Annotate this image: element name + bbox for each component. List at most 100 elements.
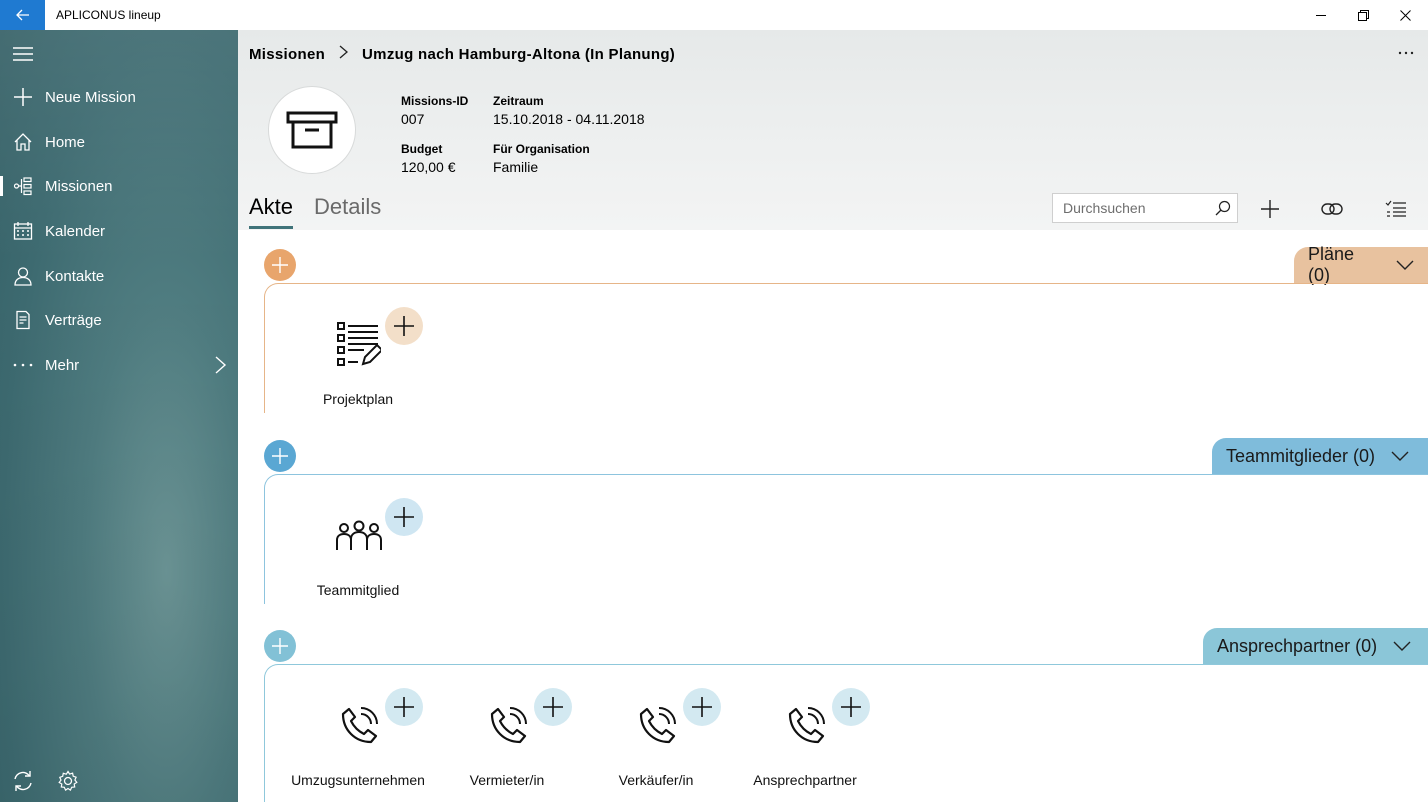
plus-icon <box>272 448 288 464</box>
section-contacts: Ansprechpartner (0) Umzugsunternehmen Ve… <box>264 628 1428 802</box>
tile-verkaeufer-add-button[interactable] <box>683 688 721 726</box>
section-plans-header[interactable]: Pläne (0) <box>1294 244 1428 285</box>
sidebar-item-home[interactable]: Home <box>0 120 238 164</box>
section-team-members-title: Teammitglieder (0) <box>1226 445 1376 466</box>
tab-details[interactable]: Details <box>314 194 381 229</box>
contacts-icon <box>13 267 32 286</box>
chevron-right-icon <box>215 356 227 374</box>
gear-icon <box>58 770 78 791</box>
chevron-down-icon <box>1396 260 1414 270</box>
hamburger-icon <box>13 47 33 61</box>
sidebar-item-label: Missionen <box>45 177 113 195</box>
contracts-icon <box>15 310 30 330</box>
tile-label: Verkäufer/in <box>618 772 694 788</box>
hamburger-menu-button[interactable] <box>12 46 34 67</box>
section-plans: Pläne (0) Projektplan <box>264 244 1428 415</box>
breadcrumb-current: Umzug nach Hamburg-Altona (In Planung) <box>362 45 676 63</box>
plus-icon <box>692 697 712 717</box>
close-icon <box>1399 9 1411 21</box>
tile-projektplan[interactable]: Projektplan <box>288 305 438 425</box>
settings-button[interactable] <box>57 770 79 797</box>
tile-teammitglied[interactable]: Teammitglied <box>288 496 438 616</box>
tile-teammitglied-add-button[interactable] <box>385 498 423 536</box>
sidebar-item-calendar[interactable]: Kalender <box>0 209 238 253</box>
mission-budget-label: Budget <box>401 142 443 156</box>
tile-vermieter[interactable]: Vermieter/in <box>437 686 587 802</box>
breadcrumb-root[interactable]: Missionen <box>249 46 325 63</box>
mission-id-value: 007 <box>401 111 425 127</box>
more-options-button[interactable] <box>1398 42 1414 60</box>
plus-icon <box>272 257 288 273</box>
add-button[interactable] <box>1255 196 1285 222</box>
mission-budget: Budget 120,00 € <box>401 142 456 175</box>
sidebar-item-contacts[interactable]: Kontakte <box>0 254 238 298</box>
sidebar-item-label: Kalender <box>45 222 106 240</box>
restore-icon <box>1357 9 1369 21</box>
search-icon[interactable] <box>1215 200 1231 219</box>
mission-organization-label: Für Organisation <box>493 142 590 156</box>
plus-icon <box>394 316 414 336</box>
phone-icon <box>333 700 385 752</box>
tile-umzugsunternehmen-add-button[interactable] <box>385 688 423 726</box>
mission-period-value: 15.10.2018 - 04.11.2018 <box>493 111 645 127</box>
sidebar-item-label: Home <box>45 133 86 151</box>
search-input[interactable]: Durchsuchen <box>1052 193 1238 223</box>
tile-label: Teammitglied <box>316 582 400 598</box>
tab-akte[interactable]: Akte <box>249 194 294 229</box>
phone-icon <box>780 700 832 752</box>
tile-label: Ansprechpartner <box>753 772 857 788</box>
section-plans-title: Pläne (0) <box>1308 244 1355 285</box>
sidebar-item-contracts[interactable]: Verträge <box>0 298 238 342</box>
restore-button[interactable] <box>1342 0 1384 30</box>
plus-icon <box>13 88 32 106</box>
sidebar-item-label: Mehr <box>45 356 80 374</box>
tile-umzugsunternehmen[interactable]: Umzugsunternehmen <box>288 686 438 802</box>
mission-id: Missions-ID 007 <box>401 94 468 127</box>
checklist-button[interactable] <box>1381 196 1411 222</box>
more-horizontal-icon <box>1398 51 1414 55</box>
section-contacts-header[interactable]: Ansprechpartner (0) <box>1203 628 1428 664</box>
sync-button[interactable] <box>12 770 34 797</box>
more-icon <box>13 363 32 367</box>
sidebar-item-new-mission[interactable]: Neue Mission <box>0 75 238 119</box>
minimize-icon <box>1315 14 1326 16</box>
section-contacts-title: Ansprechpartner (0) <box>1217 635 1378 656</box>
plus-icon <box>394 697 414 717</box>
link-icon <box>1321 203 1343 215</box>
section-team-members: Teammitglieder (0) Teammitglied <box>264 438 1428 606</box>
plus-icon <box>841 697 861 717</box>
tile-verkaeufer[interactable]: Verkäufer/in <box>586 686 736 802</box>
minimize-button[interactable] <box>1300 0 1342 30</box>
section-team-members-add-button[interactable] <box>264 440 296 472</box>
sidebar-item-label: Neue Mission <box>45 88 136 106</box>
sidebar-item-label: Kontakte <box>45 267 105 285</box>
project-plan-icon <box>333 319 385 371</box>
tile-vermieter-add-button[interactable] <box>534 688 572 726</box>
phone-icon <box>482 700 534 752</box>
missions-icon <box>13 177 32 196</box>
tile-label: Vermieter/in <box>469 772 545 788</box>
checklist-icon <box>1385 200 1406 217</box>
team-icon <box>333 510 385 562</box>
section-contacts-add-button[interactable] <box>264 630 296 662</box>
sidebar-item-more[interactable]: Mehr <box>0 343 238 387</box>
section-team-members-header[interactable]: Teammitglieder (0) <box>1212 438 1428 474</box>
chevron-down-icon <box>1391 451 1409 461</box>
sidebar-item-missions[interactable]: Missionen <box>0 164 238 208</box>
mission-organization: Für Organisation Familie <box>493 142 590 175</box>
sidebar: Neue Mission Home Missionen Kalender Kon… <box>0 30 238 802</box>
section-team-members-body <box>264 474 1428 604</box>
mission-organization-value: Familie <box>493 159 539 175</box>
close-button[interactable] <box>1384 0 1426 30</box>
link-button[interactable] <box>1317 196 1347 222</box>
search-placeholder: Durchsuchen <box>1063 200 1146 216</box>
plus-icon <box>543 697 563 717</box>
mission-period-label: Zeitraum <box>493 94 544 108</box>
tile-ansprechpartner-add-button[interactable] <box>832 688 870 726</box>
mission-budget-value: 120,00 € <box>401 159 456 175</box>
tile-projektplan-add-button[interactable] <box>385 307 423 345</box>
back-button[interactable] <box>0 0 45 30</box>
tile-label: Umzugsunternehmen <box>291 772 425 788</box>
tile-ansprechpartner[interactable]: Ansprechpartner <box>735 686 885 802</box>
section-plans-add-button[interactable] <box>264 249 296 281</box>
